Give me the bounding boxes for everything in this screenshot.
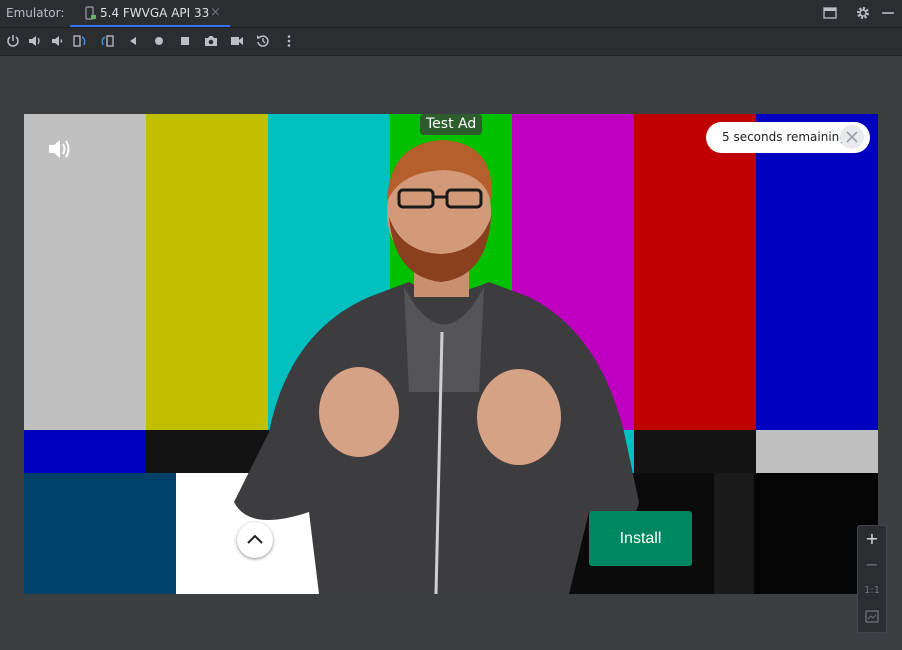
close-ad-button[interactable] (840, 125, 864, 149)
emulator-toolbar (0, 28, 902, 56)
fit-screen-icon[interactable] (858, 604, 886, 630)
minimize-icon[interactable] (880, 5, 896, 21)
volume-on-icon[interactable] (46, 136, 72, 162)
more-icon[interactable] (281, 33, 297, 49)
emulator-label: Emulator: (6, 6, 65, 20)
bottom-navy (24, 473, 176, 594)
device-screen[interactable]: Test Ad 5 seconds remaining Install (24, 114, 878, 594)
color-bar-blue (756, 114, 878, 430)
window-layout-icon[interactable] (822, 5, 838, 21)
color-bar-red (634, 114, 756, 430)
close-icon (846, 131, 858, 143)
strip-black-2 (634, 430, 756, 473)
zoom-controls: + − 1:1 (857, 525, 887, 633)
test-ad-badge: Test Ad (420, 114, 483, 135)
camera-icon[interactable] (203, 33, 219, 49)
rotate-right-icon[interactable] (99, 33, 115, 49)
power-icon[interactable] (5, 33, 21, 49)
zoom-in-button[interactable]: + (858, 526, 886, 552)
emulator-title-bar: Emulator: 5.4 FWVGA API 33 × (0, 0, 902, 28)
presenter-video (234, 140, 639, 594)
volume-up-icon[interactable] (27, 33, 43, 49)
device-tab-title: 5.4 FWVGA API 33 (100, 6, 210, 20)
actual-size-button[interactable]: 1:1 (858, 578, 886, 604)
expand-button[interactable] (237, 522, 273, 558)
install-button[interactable]: Install (589, 511, 692, 566)
chevron-up-icon (247, 534, 263, 544)
tab-close-icon[interactable]: × (210, 5, 221, 20)
device-tab[interactable]: 5.4 FWVGA API 33 × (70, 0, 230, 27)
phone-icon (85, 6, 96, 20)
active-tab-indicator (70, 25, 230, 27)
bottom-dark-gray (714, 473, 754, 594)
restore-icon[interactable] (255, 33, 271, 49)
countdown-text: 5 seconds remaining (722, 130, 847, 144)
color-bar-gray (24, 114, 146, 430)
gear-icon[interactable] (855, 5, 871, 21)
countdown-pill: 5 seconds remaining (706, 122, 870, 153)
strip-blue (24, 430, 146, 473)
rotate-left-icon[interactable] (72, 33, 88, 49)
volume-down-icon[interactable] (49, 33, 65, 49)
overview-icon[interactable] (177, 33, 193, 49)
back-icon[interactable] (125, 33, 141, 49)
strip-gray (756, 430, 878, 473)
zoom-out-button[interactable]: − (858, 552, 886, 578)
home-icon[interactable] (151, 33, 167, 49)
video-icon[interactable] (229, 33, 245, 49)
